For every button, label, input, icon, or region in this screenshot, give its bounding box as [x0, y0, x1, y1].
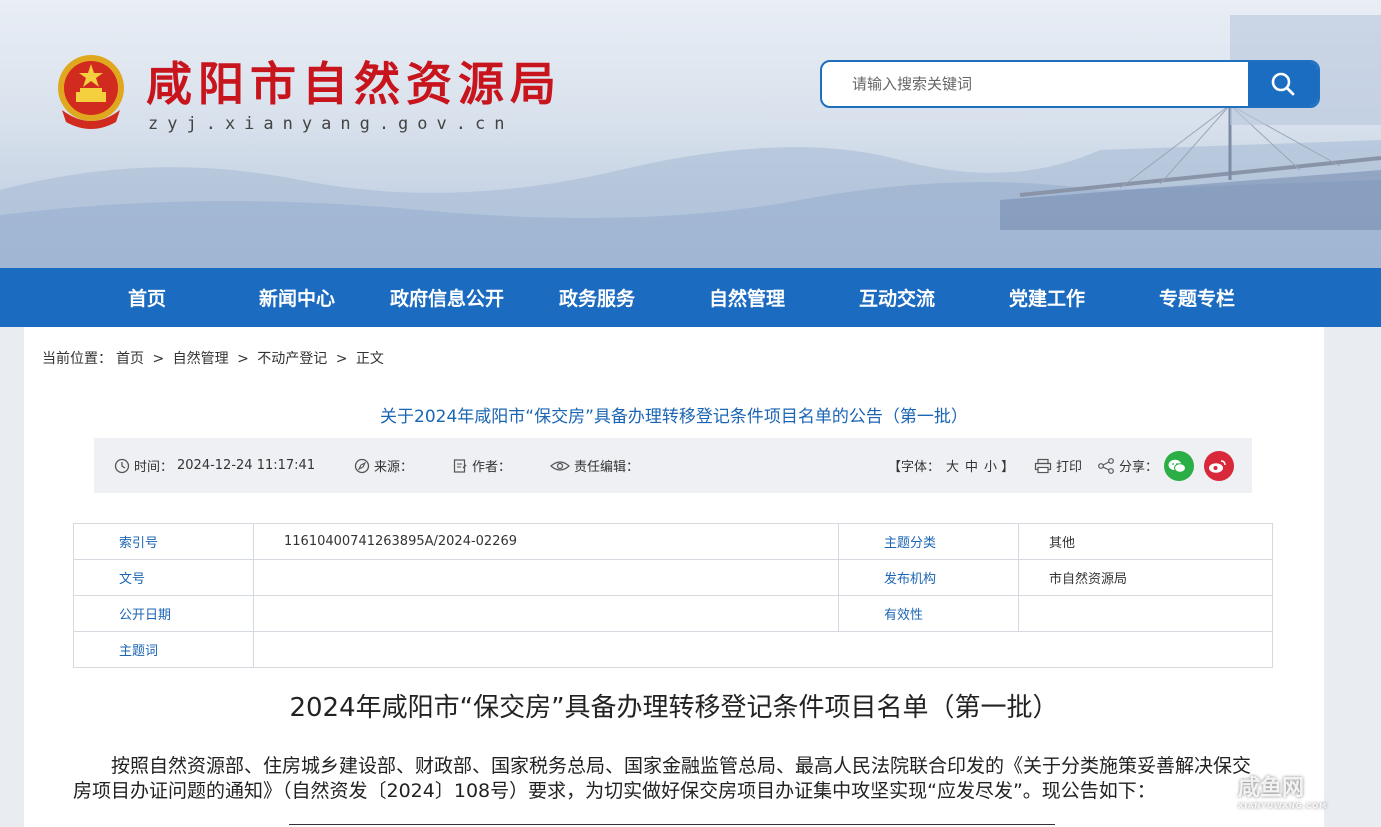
edit-document-icon: [453, 458, 467, 473]
keywords-label: 主题词: [73, 631, 254, 668]
table-row: 公开日期 有效性: [73, 595, 1273, 632]
banner-scenery: [0, 15, 1381, 268]
breadcrumb-nature[interactable]: 自然管理: [173, 351, 229, 367]
nav-item-services[interactable]: 政务服务: [522, 268, 672, 327]
document-heading: 2024年咸阳市“保交房”具备办理转移登记条件项目名单（第一批）: [289, 693, 1059, 723]
doc-no-value: [253, 559, 839, 596]
meta-author-label: 作者：: [472, 460, 512, 475]
category-value: 其他: [1018, 523, 1273, 560]
watermark-main: 咸鱼网: [1238, 776, 1305, 801]
breadcrumb-real-estate[interactable]: 不动产登记: [257, 351, 327, 367]
meta-editor-label: 责任编辑：: [574, 460, 640, 475]
table-top-divider: [289, 824, 1055, 825]
nav-item-topics[interactable]: 专题专栏: [1122, 268, 1272, 327]
search-input[interactable]: [822, 62, 1250, 106]
printer-icon: [1034, 458, 1052, 473]
search-icon: [1271, 72, 1295, 96]
breadcrumb-separator: >: [152, 351, 165, 367]
nav-item-party[interactable]: 党建工作: [972, 268, 1122, 327]
meta-editor: 责任编辑：: [550, 438, 639, 493]
table-row: 文号 发布机构 市自然资源局: [73, 559, 1273, 596]
doc-no-label: 文号: [73, 559, 254, 596]
meta-time-value: 2024-12-24 11:17:41: [177, 458, 316, 473]
nav-item-news[interactable]: 新闻中心: [222, 268, 372, 327]
share-group: 分享：: [1097, 438, 1235, 493]
print-button[interactable]: 打印: [1034, 438, 1082, 493]
share-weibo-button[interactable]: [1204, 450, 1235, 481]
search-box: [820, 60, 1320, 108]
breadcrumb-current: 正文: [355, 351, 384, 367]
open-date-value: [253, 595, 839, 632]
font-medium-button[interactable]: 中: [965, 456, 978, 475]
body-paragraph: 按照自然资源部、住房城乡建设部、财政部、国家税务总局、国家金融监管总局、最高人民…: [73, 755, 1252, 802]
meta-source: 来源：: [354, 438, 413, 493]
watermark-sub: XIANYUWANG.COM: [1238, 802, 1328, 810]
meta-time-label: 时间：: [134, 460, 174, 475]
wechat-icon: [1168, 459, 1187, 473]
watermark-logo: 咸鱼网 XIANYUWANG.COM: [1238, 772, 1378, 810]
font-size-control: 【字体： 大 中 小 】: [888, 438, 1014, 493]
main-nav: 首页 新闻中心 政府信息公开 政务服务 自然管理 互动交流 党建工作 专题专栏: [0, 268, 1381, 327]
site-title: 咸阳市自然资源局: [146, 57, 562, 111]
eye-icon: [550, 460, 570, 471]
font-size-close: 】: [1001, 460, 1015, 475]
open-date-label: 公开日期: [73, 595, 254, 632]
table-row: 索引号 11610400741263895A/2024-02269 主题分类 其…: [73, 523, 1273, 560]
breadcrumb-home[interactable]: 首页: [116, 351, 144, 367]
validity-label: 有效性: [838, 595, 1019, 632]
share-label: 分享：: [1119, 460, 1159, 475]
category-label: 主题分类: [838, 523, 1019, 560]
nav-item-interaction[interactable]: 互动交流: [822, 268, 972, 327]
header-banner: 咸阳市自然资源局 zyj.xianyang.gov.cn: [0, 0, 1381, 268]
clock-icon: [114, 458, 130, 473]
publisher-label: 发布机构: [838, 559, 1019, 596]
content-panel: 当前位置： 首页 > 自然管理 > 不动产登记 > 正文 关于2024年咸阳市“保…: [24, 327, 1324, 827]
article-title: 关于2024年咸阳市“保交房”具备办理转移登记条件项目名单的公告（第一批）: [380, 407, 968, 427]
share-wechat-button[interactable]: [1164, 450, 1195, 481]
site-domain: zyj.xianyang.gov.cn: [148, 114, 514, 134]
weibo-icon: [1209, 459, 1226, 473]
meta-time: 时间： 2024-12-24 11:17:41: [114, 438, 315, 493]
breadcrumb: 当前位置： 首页 > 自然管理 > 不动产登记 > 正文: [42, 348, 388, 368]
meta-author: 作者：: [452, 438, 511, 493]
article-meta-bar: 时间： 2024-12-24 11:17:41 来源： 作者： 责任编辑： 【字…: [94, 438, 1252, 493]
share-icon: [1098, 457, 1114, 474]
font-large-button[interactable]: 大: [946, 456, 959, 475]
table-row: 主题词: [73, 631, 1273, 668]
breadcrumb-prefix: 当前位置：: [42, 351, 112, 367]
nav-item-nature[interactable]: 自然管理: [672, 268, 822, 327]
publisher-value: 市自然资源局: [1018, 559, 1273, 596]
breadcrumb-separator: >: [237, 351, 249, 367]
font-size-label: 【字体：: [888, 460, 941, 475]
nav-item-gov-info[interactable]: 政府信息公开: [372, 268, 522, 327]
index-label: 索引号: [73, 523, 254, 560]
index-value: 11610400741263895A/2024-02269: [253, 523, 839, 560]
validity-value: [1018, 595, 1273, 632]
search-button[interactable]: [1248, 62, 1318, 106]
national-emblem-icon: [58, 55, 124, 129]
font-small-button[interactable]: 小: [984, 456, 997, 475]
nav-item-home[interactable]: 首页: [72, 268, 222, 327]
print-label: 打印: [1056, 460, 1083, 475]
meta-source-label: 来源：: [374, 460, 414, 475]
article-body: 按照自然资源部、住房城乡建设部、财政部、国家税务总局、国家金融监管总局、最高人民…: [73, 754, 1263, 804]
compass-icon: [354, 458, 370, 473]
document-info-table: 索引号 11610400741263895A/2024-02269 主题分类 其…: [73, 523, 1273, 668]
breadcrumb-separator: >: [335, 351, 348, 367]
keywords-value: [253, 631, 1273, 668]
